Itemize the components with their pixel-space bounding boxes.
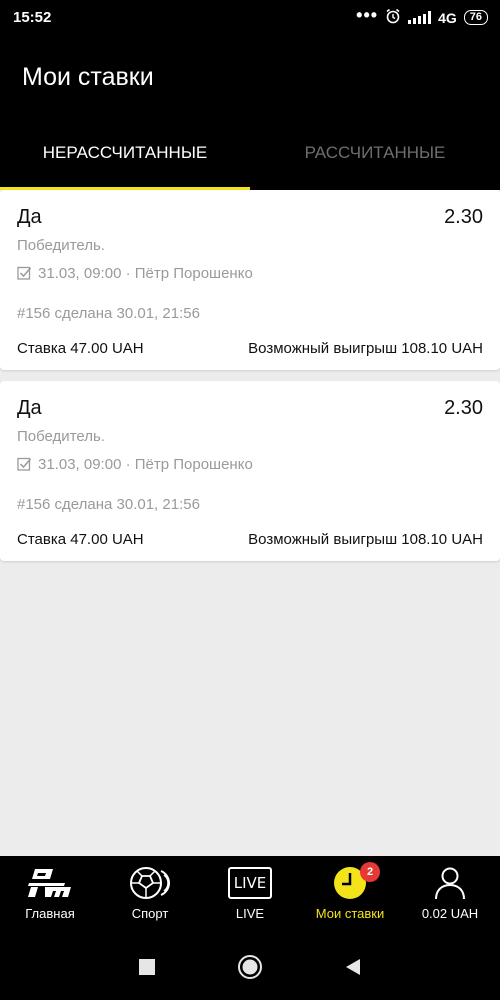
page-title: Мои ставки — [22, 63, 154, 91]
bet-market: Победитель. — [17, 237, 105, 254]
status-time: 15:52 — [13, 9, 52, 26]
recents-button[interactable] — [134, 954, 160, 980]
bet-event-text: 31.03, 09:00 · Пётр Порошенко — [38, 456, 253, 473]
bet-event: 31.03, 09:00 · Пётр Порошенко — [17, 456, 253, 473]
status-icons: ••• 4G 76 — [356, 4, 488, 27]
bottom-nav: Главная Спорт LIVE LIVE 2 Мои ставки 0.0… — [0, 856, 500, 934]
user-icon — [426, 865, 474, 901]
bet-possible-win: Возможный выигрыш 108.10 UAH — [248, 340, 483, 357]
nav-home[interactable]: Главная — [0, 856, 100, 934]
bet-placed-info: #156 сделана 30.01, 21:56 — [17, 496, 200, 513]
bet-stake: Ставка 47.00 UAH — [17, 340, 144, 357]
live-icon-text: LIVE — [228, 867, 272, 899]
bet-card[interactable]: Да 2.30 Победитель. 31.03, 09:00 · Пётр … — [0, 190, 500, 370]
app-header: Мои ставки НЕРАССЧИТАННЫЕ РАССЧИТАННЫЕ — [0, 36, 500, 190]
bet-odds: 2.30 — [444, 397, 483, 419]
live-icon: LIVE — [226, 865, 274, 901]
pm-logo-icon — [26, 865, 74, 901]
signal-icon — [408, 11, 432, 24]
triangle-back-icon — [346, 959, 360, 975]
status-bar: 15:52 ••• 4G 76 — [0, 0, 500, 36]
tab-unsettled[interactable]: НЕРАССЧИТАННЫЕ — [0, 143, 250, 163]
nav-account-label: 0.02 UAH — [421, 906, 479, 921]
more-dots-icon: ••• — [356, 4, 379, 25]
home-button[interactable] — [237, 954, 263, 980]
nav-sport[interactable]: Спорт — [100, 856, 200, 934]
nav-my-bets[interactable]: 2 Мои ставки — [300, 856, 400, 934]
checkbox-icon — [17, 266, 32, 281]
bet-selection: Да — [17, 206, 42, 228]
nav-sport-label: Спорт — [131, 906, 169, 921]
bet-placed-info: #156 сделана 30.01, 21:56 — [17, 305, 200, 322]
system-nav-bar — [0, 934, 500, 1000]
bet-possible-win: Возможный выигрыш 108.10 UAH — [248, 531, 483, 548]
network-type: 4G — [438, 9, 457, 26]
balls-icon — [126, 865, 174, 901]
square-icon — [139, 959, 155, 975]
nav-account[interactable]: 0.02 UAH — [400, 856, 500, 934]
bet-event-text: 31.03, 09:00 · Пётр Порошенко — [38, 265, 253, 282]
battery-icon: 76 — [463, 10, 488, 25]
nav-live[interactable]: LIVE LIVE — [200, 856, 300, 934]
tab-settled[interactable]: РАССЧИТАННЫЕ — [250, 143, 500, 163]
nav-my-bets-label: Мои ставки — [315, 906, 385, 921]
bet-selection: Да — [17, 397, 42, 419]
nav-live-label: LIVE — [235, 906, 265, 921]
bet-event: 31.03, 09:00 · Пётр Порошенко — [17, 265, 253, 282]
bet-odds: 2.30 — [444, 206, 483, 228]
bets-list: Да 2.30 Победитель. 31.03, 09:00 · Пётр … — [0, 190, 500, 856]
my-bets-badge: 2 — [360, 862, 380, 882]
circle-home-icon — [238, 955, 262, 979]
bet-stake: Ставка 47.00 UAH — [17, 531, 144, 548]
checkbox-icon — [17, 457, 32, 472]
back-button[interactable] — [340, 954, 366, 980]
bet-card[interactable]: Да 2.30 Победитель. 31.03, 09:00 · Пётр … — [0, 381, 500, 561]
bet-market: Победитель. — [17, 428, 105, 445]
alarm-icon — [385, 8, 401, 27]
nav-home-label: Главная — [25, 906, 75, 921]
